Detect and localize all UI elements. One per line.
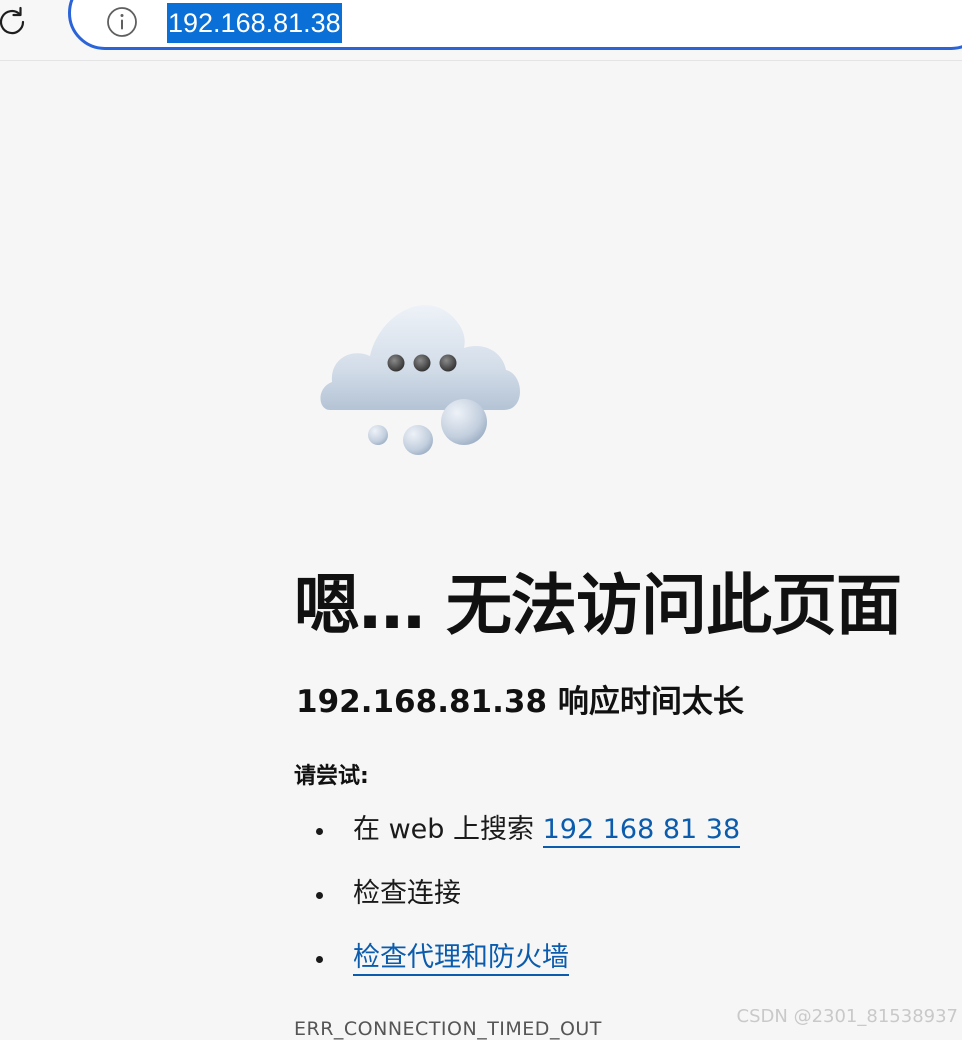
check-proxy-firewall-link[interactable]: 检查代理和防火墙 xyxy=(353,942,569,976)
cloud-icon xyxy=(314,292,530,462)
bullet-icon xyxy=(316,892,323,899)
list-item: 检查连接 xyxy=(296,872,740,936)
info-icon[interactable] xyxy=(106,6,138,38)
bullet-icon xyxy=(316,956,323,963)
list-item: 检查代理和防火墙 xyxy=(296,936,740,1000)
watermark: CSDN @2301_81538937 xyxy=(736,1006,958,1027)
suggestion-list: 在 web 上搜索 192 168 81 38 检查连接 检查代理和防火墙 xyxy=(296,808,741,1000)
browser-toolbar: 192.168.81.38 xyxy=(0,0,962,61)
try-label: 请尝试: xyxy=(294,764,369,789)
error-code: ERR_CONNECTION_TIMED_OUT xyxy=(294,1018,602,1040)
search-web-link[interactable]: 192 168 81 38 xyxy=(542,814,741,848)
page-title: 嗯… 无法访问此页面 xyxy=(294,567,902,644)
error-subtitle: 192.168.81.38 响应时间太长 xyxy=(296,684,744,720)
url-text[interactable]: 192.168.81.38 xyxy=(167,3,342,43)
list-item: 在 web 上搜索 192 168 81 38 xyxy=(296,808,741,872)
search-web-label: 在 web 上搜索 xyxy=(353,814,543,845)
bullet-icon xyxy=(316,828,323,835)
reload-icon[interactable] xyxy=(0,4,30,40)
check-connection-text: 检查连接 xyxy=(353,878,461,909)
